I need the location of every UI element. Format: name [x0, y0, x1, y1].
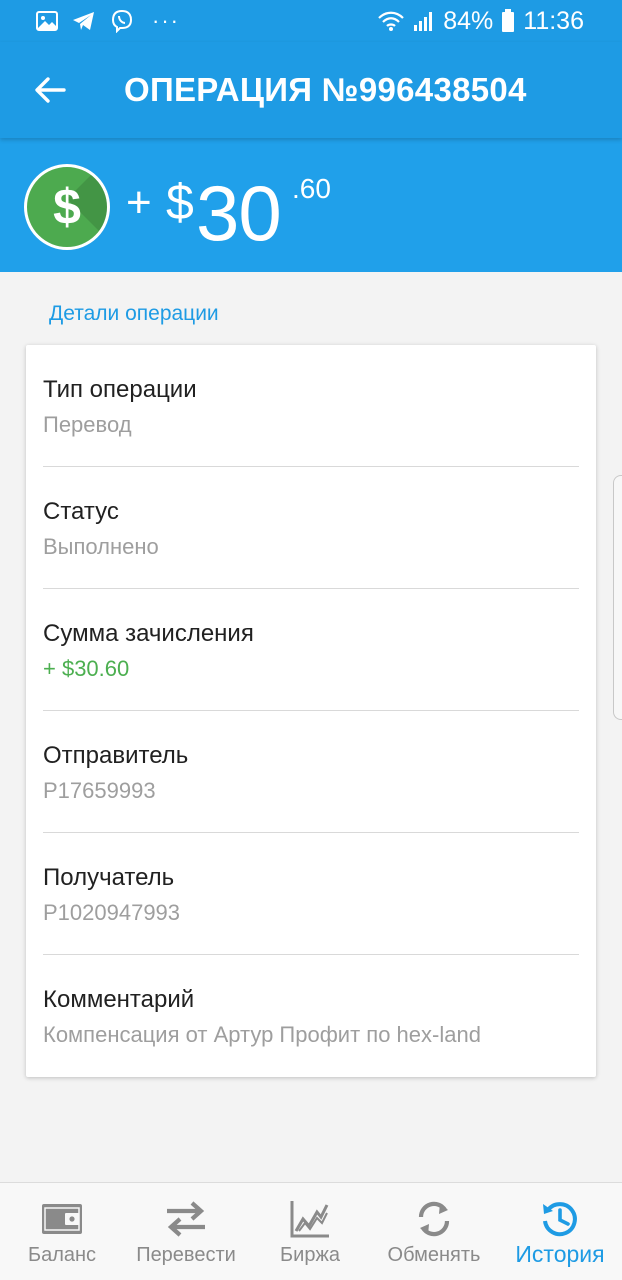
- dollar-sign-glyph: $: [53, 179, 81, 235]
- nav-label: Баланс: [27, 1244, 97, 1266]
- wifi-icon: [377, 10, 405, 32]
- detail-label: Отправитель: [43, 742, 189, 769]
- detail-value[interactable]: P1020947993: [43, 900, 180, 926]
- nav-item-transfer[interactable]: Перевести: [124, 1183, 248, 1280]
- exchange-refresh-icon: [409, 1197, 459, 1241]
- detail-row-recipient: Получатель P1020947993: [43, 833, 579, 955]
- detail-label: Статус: [43, 498, 119, 525]
- bottom-navigation: Баланс Перевести Биржа Обменять История: [0, 1182, 622, 1280]
- detail-value: Перевод: [43, 412, 132, 437]
- detail-row-sender: Отправитель P17659993: [43, 711, 579, 833]
- wallet-icon: [37, 1197, 87, 1241]
- nav-item-exchange-market[interactable]: Биржа: [248, 1183, 372, 1280]
- battery-icon: [501, 9, 515, 33]
- history-icon: [535, 1197, 585, 1241]
- edge-panel-handle[interactable]: [613, 475, 622, 720]
- telegram-icon: [72, 11, 96, 31]
- detail-value: Выполнено: [43, 534, 159, 559]
- status-system: 84% 11:36: [377, 7, 584, 36]
- signal-icon: [413, 10, 435, 32]
- detail-row-comment: Комментарий Компенсация от Артур Профит …: [43, 955, 579, 1077]
- clock: 11:36: [523, 6, 584, 35]
- battery-percent: 84%: [443, 6, 494, 35]
- chart-icon: [285, 1197, 335, 1241]
- arrow-left-icon: [35, 77, 66, 103]
- status-notifications: ···: [36, 8, 180, 34]
- detail-row-type: Тип операции Перевод: [43, 345, 579, 467]
- nav-label: Биржа: [280, 1244, 340, 1266]
- detail-label: Тип операции: [43, 376, 197, 403]
- nav-item-history[interactable]: История: [498, 1183, 622, 1280]
- nav-item-balance[interactable]: Баланс: [0, 1183, 124, 1280]
- section-label: Детали операции: [49, 302, 219, 325]
- amount-sign: +: [126, 178, 152, 227]
- amount-integer: 30: [196, 169, 282, 257]
- detail-value: Компенсация от Артур Профит по hex-land: [43, 1022, 481, 1047]
- transfer-arrows-icon: [161, 1197, 211, 1241]
- amount-currency: $: [166, 174, 194, 230]
- detail-value[interactable]: P17659993: [43, 778, 156, 804]
- detail-label: Сумма зачисления: [43, 620, 254, 647]
- viber-icon: [110, 9, 134, 33]
- detail-label: Получатель: [43, 864, 175, 891]
- nav-label: История: [515, 1241, 605, 1267]
- nav-item-convert[interactable]: Обменять: [372, 1183, 496, 1280]
- back-button[interactable]: [28, 68, 72, 112]
- amount-header: $: [0, 138, 622, 272]
- amount-decimal: .60: [292, 173, 331, 204]
- dollar-coin-icon: $: [24, 164, 110, 250]
- detail-row-amount: Сумма зачисления + $30.60: [43, 589, 579, 711]
- more-dots-icon: ···: [152, 8, 180, 33]
- detail-label: Комментарий: [43, 986, 195, 1013]
- detail-row-status: Статус Выполнено: [43, 467, 579, 589]
- nav-label: Перевести: [136, 1244, 236, 1266]
- detail-value-amount: + $30.60: [43, 656, 130, 681]
- page-title: ОПЕРАЦИЯ №996438504: [124, 71, 527, 108]
- nav-label: Обменять: [387, 1244, 481, 1266]
- app-bar: ОПЕРАЦИЯ №996438504: [0, 42, 622, 138]
- details-card: Тип операции Перевод Статус Выполнено Су…: [26, 345, 596, 1077]
- gallery-icon: [36, 11, 58, 31]
- status-bar: ··· 84% 11:36: [0, 0, 622, 42]
